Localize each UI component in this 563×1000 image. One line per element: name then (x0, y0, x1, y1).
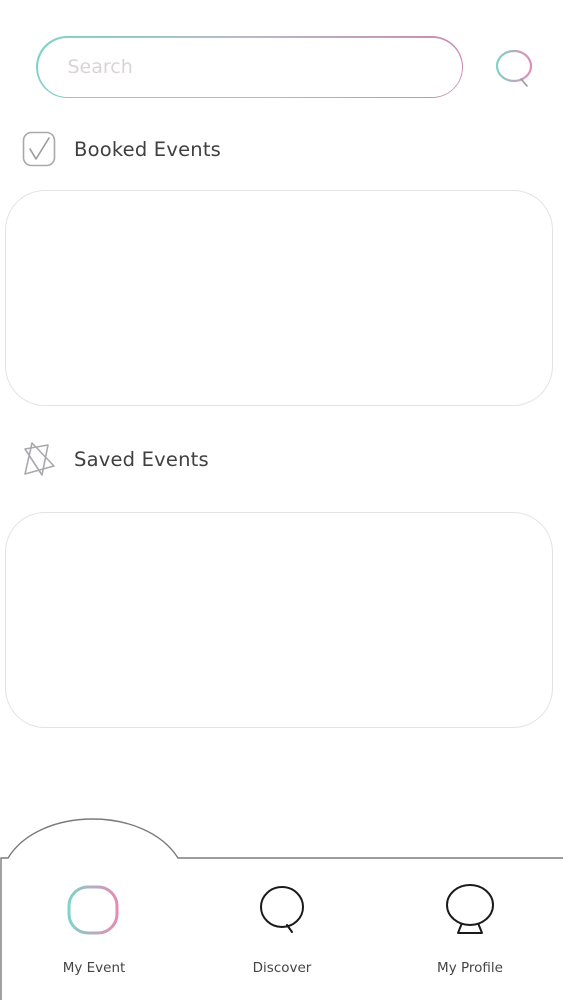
nav-label-my-profile: My Profile (437, 960, 503, 976)
bottom-navigation: My Event Discover My Profile (0, 814, 563, 1000)
nav-label-my-event: My Event (62, 960, 126, 976)
saved-events-title: Saved Events (74, 447, 209, 471)
booked-events-title: Booked Events (74, 137, 222, 161)
saved-events-header: Saved Events (22, 441, 209, 477)
saved-events-panel (5, 512, 553, 728)
search-bar (36, 36, 463, 98)
search-input[interactable] (67, 56, 462, 78)
search-icon (495, 49, 533, 87)
booked-events-panel (5, 190, 553, 406)
checkbox-icon (22, 131, 56, 167)
profile-icon (446, 884, 494, 934)
nav-item-my-event[interactable]: My Event (19, 882, 169, 992)
menu-lines-icon (67, 885, 119, 935)
search-field-container (37, 37, 462, 97)
search-button[interactable] (494, 48, 538, 92)
my-events-screen: Booked Events Saved Events (0, 0, 563, 1000)
nav-label-discover: Discover (252, 960, 312, 976)
layered-triangles-icon (24, 442, 55, 476)
booked-events-header: Booked Events (22, 131, 221, 167)
search-icon (260, 886, 304, 933)
nav-item-my-profile[interactable]: My Profile (395, 882, 545, 992)
nav-item-discover[interactable]: Discover (207, 882, 357, 992)
